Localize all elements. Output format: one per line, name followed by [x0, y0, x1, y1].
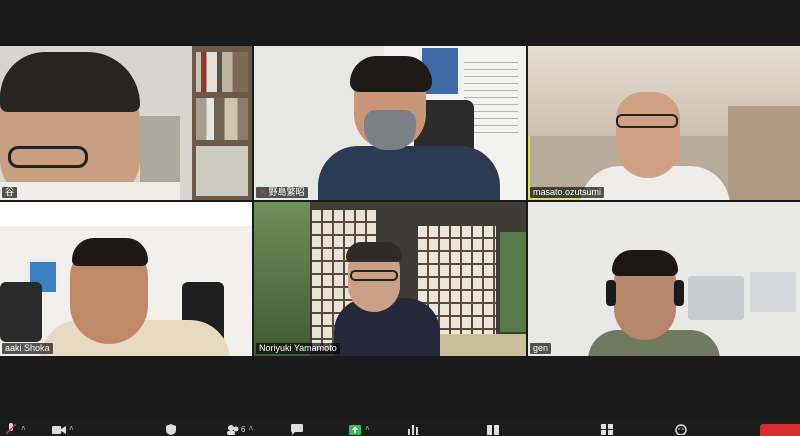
chat-button[interactable]: [290, 422, 304, 436]
chat-icon: [291, 424, 303, 435]
chevron-up-icon[interactable]: ˄: [248, 423, 253, 435]
meeting-toolbar: ˄ ˄ 6 ˄ ˄: [0, 420, 800, 436]
breakout-rooms-icon: [601, 424, 613, 435]
participant-name: 谷: [2, 187, 18, 198]
chevron-up-icon[interactable]: ˄: [365, 423, 370, 435]
video-tile-2[interactable]: ✕ 野島繁昭: [254, 46, 526, 200]
participant-name: aaki Shoka: [2, 343, 53, 354]
breakout-rooms-button[interactable]: [600, 422, 614, 436]
polls-icon: [408, 425, 418, 435]
headphones: [606, 280, 616, 306]
face-mask: [364, 110, 416, 150]
window-garden: [500, 232, 526, 332]
microphone-icon: [5, 423, 17, 435]
glasses: [616, 114, 678, 128]
video-button[interactable]: ˄: [52, 422, 74, 436]
participants-count: 6: [241, 424, 246, 434]
video-gallery: 谷 ✕ 野島繁昭 masato.ozutsumi aaki Shoka Nori…: [0, 0, 800, 420]
office-chair: [0, 282, 42, 342]
video-tile-1[interactable]: 谷: [0, 46, 252, 200]
person-head: [616, 92, 680, 178]
security-button[interactable]: [164, 422, 178, 436]
participant-name: masato.ozutsumi: [530, 187, 605, 198]
polls-button[interactable]: [406, 422, 420, 436]
participants-icon: [227, 425, 239, 435]
participant-name: Noriyuki Yamamoto: [256, 343, 340, 354]
mute-icon: ✕: [259, 187, 267, 197]
security-icon: [166, 424, 176, 435]
reactions-button[interactable]: [674, 422, 688, 436]
record-button[interactable]: [486, 422, 500, 436]
garden: [254, 202, 310, 356]
glasses: [8, 146, 88, 168]
chevron-up-icon[interactable]: ˄: [21, 423, 26, 435]
share-screen-icon: [349, 425, 361, 435]
end-meeting-button[interactable]: [760, 424, 800, 436]
participant-name: gen: [530, 343, 552, 354]
chevron-up-icon[interactable]: ˄: [69, 423, 74, 435]
glasses: [350, 270, 398, 281]
video-icon: [52, 426, 66, 434]
video-tile-6[interactable]: gen: [528, 202, 800, 356]
reactions-icon: [675, 424, 687, 435]
share-screen-button[interactable]: ˄: [348, 422, 370, 436]
person-body: [318, 146, 500, 200]
video-tile-3[interactable]: masato.ozutsumi: [528, 46, 800, 200]
mute-button[interactable]: ˄: [4, 422, 26, 436]
participant-name: ✕ 野島繁昭: [256, 187, 308, 198]
wall-art: [688, 276, 744, 320]
participants-button[interactable]: 6 ˄: [226, 422, 253, 436]
video-tile-4[interactable]: aaki Shoka: [0, 202, 252, 356]
video-tile-5[interactable]: Noriyuki Yamamoto: [254, 202, 526, 356]
record-icon: [487, 425, 499, 435]
